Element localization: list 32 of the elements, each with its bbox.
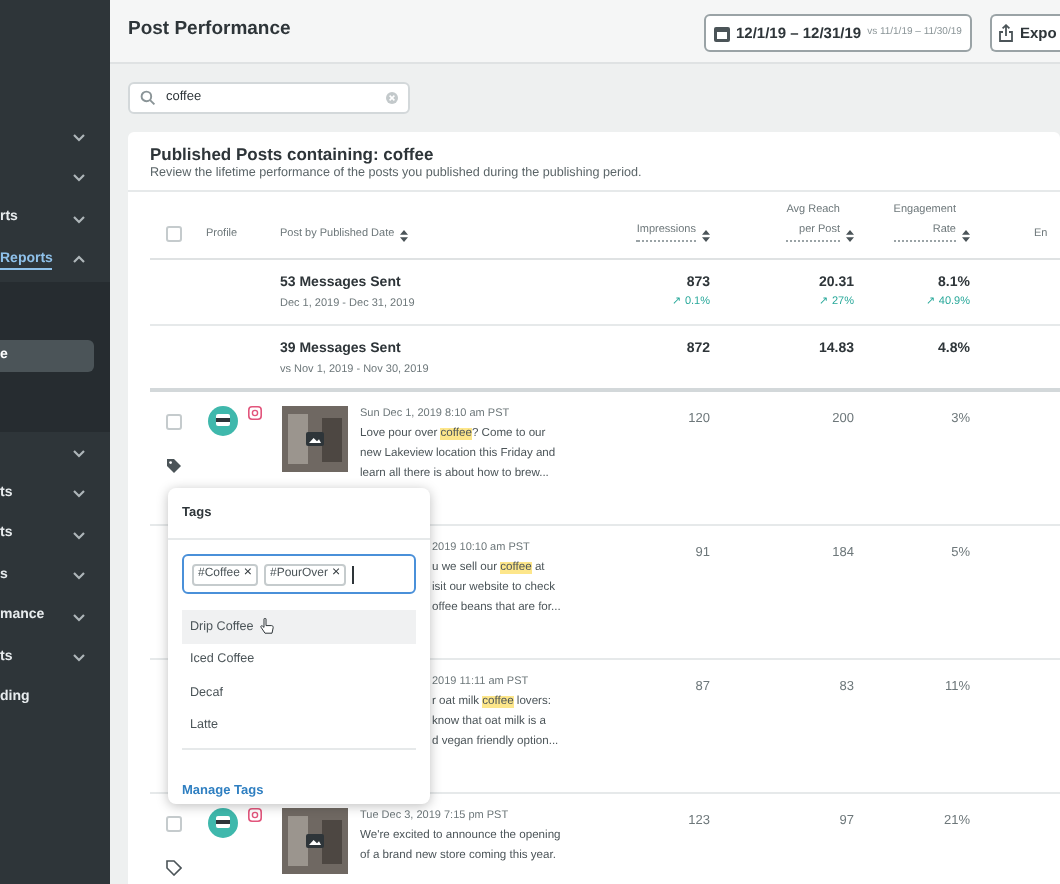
- chevron-up-icon[interactable]: [72, 254, 86, 265]
- select-all-checkbox[interactable]: [166, 226, 182, 242]
- tag-icon[interactable]: [166, 458, 182, 474]
- row-checkbox[interactable]: [166, 414, 182, 430]
- chevron-down-icon[interactable]: [72, 131, 86, 142]
- photo-placeholder: [282, 808, 348, 874]
- chevron-down-icon[interactable]: [72, 611, 86, 622]
- profile-avatar: [208, 808, 238, 838]
- calendar-icon: [714, 25, 730, 41]
- card-title: Published Posts containing: coffee: [150, 144, 436, 164]
- chevron-down-icon[interactable]: [72, 652, 86, 663]
- photo-placeholder: [282, 406, 348, 472]
- row-checkbox[interactable]: [166, 816, 182, 832]
- sort-icon[interactable]: [702, 230, 710, 242]
- search-icon: [140, 90, 156, 106]
- share-icon: [998, 24, 1014, 42]
- tag-icon[interactable]: [166, 860, 182, 876]
- sort-icon[interactable]: [400, 230, 409, 242]
- instagram-icon: [248, 808, 262, 822]
- sort-icon[interactable]: [962, 230, 970, 242]
- chevron-down-icon[interactable]: [72, 213, 86, 224]
- profile-avatar: [208, 406, 238, 436]
- instagram-icon: [248, 406, 262, 420]
- chevron-down-icon[interactable]: [72, 172, 86, 183]
- chevron-down-icon[interactable]: [72, 447, 86, 458]
- sort-icon[interactable]: [846, 230, 854, 242]
- text-cursor: [352, 565, 354, 583]
- chevron-down-icon[interactable]: [72, 488, 86, 499]
- page-title: Post Performance: [128, 16, 291, 45]
- chevron-down-icon[interactable]: [72, 570, 86, 581]
- chevron-down-icon[interactable]: [72, 529, 86, 540]
- pointer-cursor-icon: [259, 618, 274, 635]
